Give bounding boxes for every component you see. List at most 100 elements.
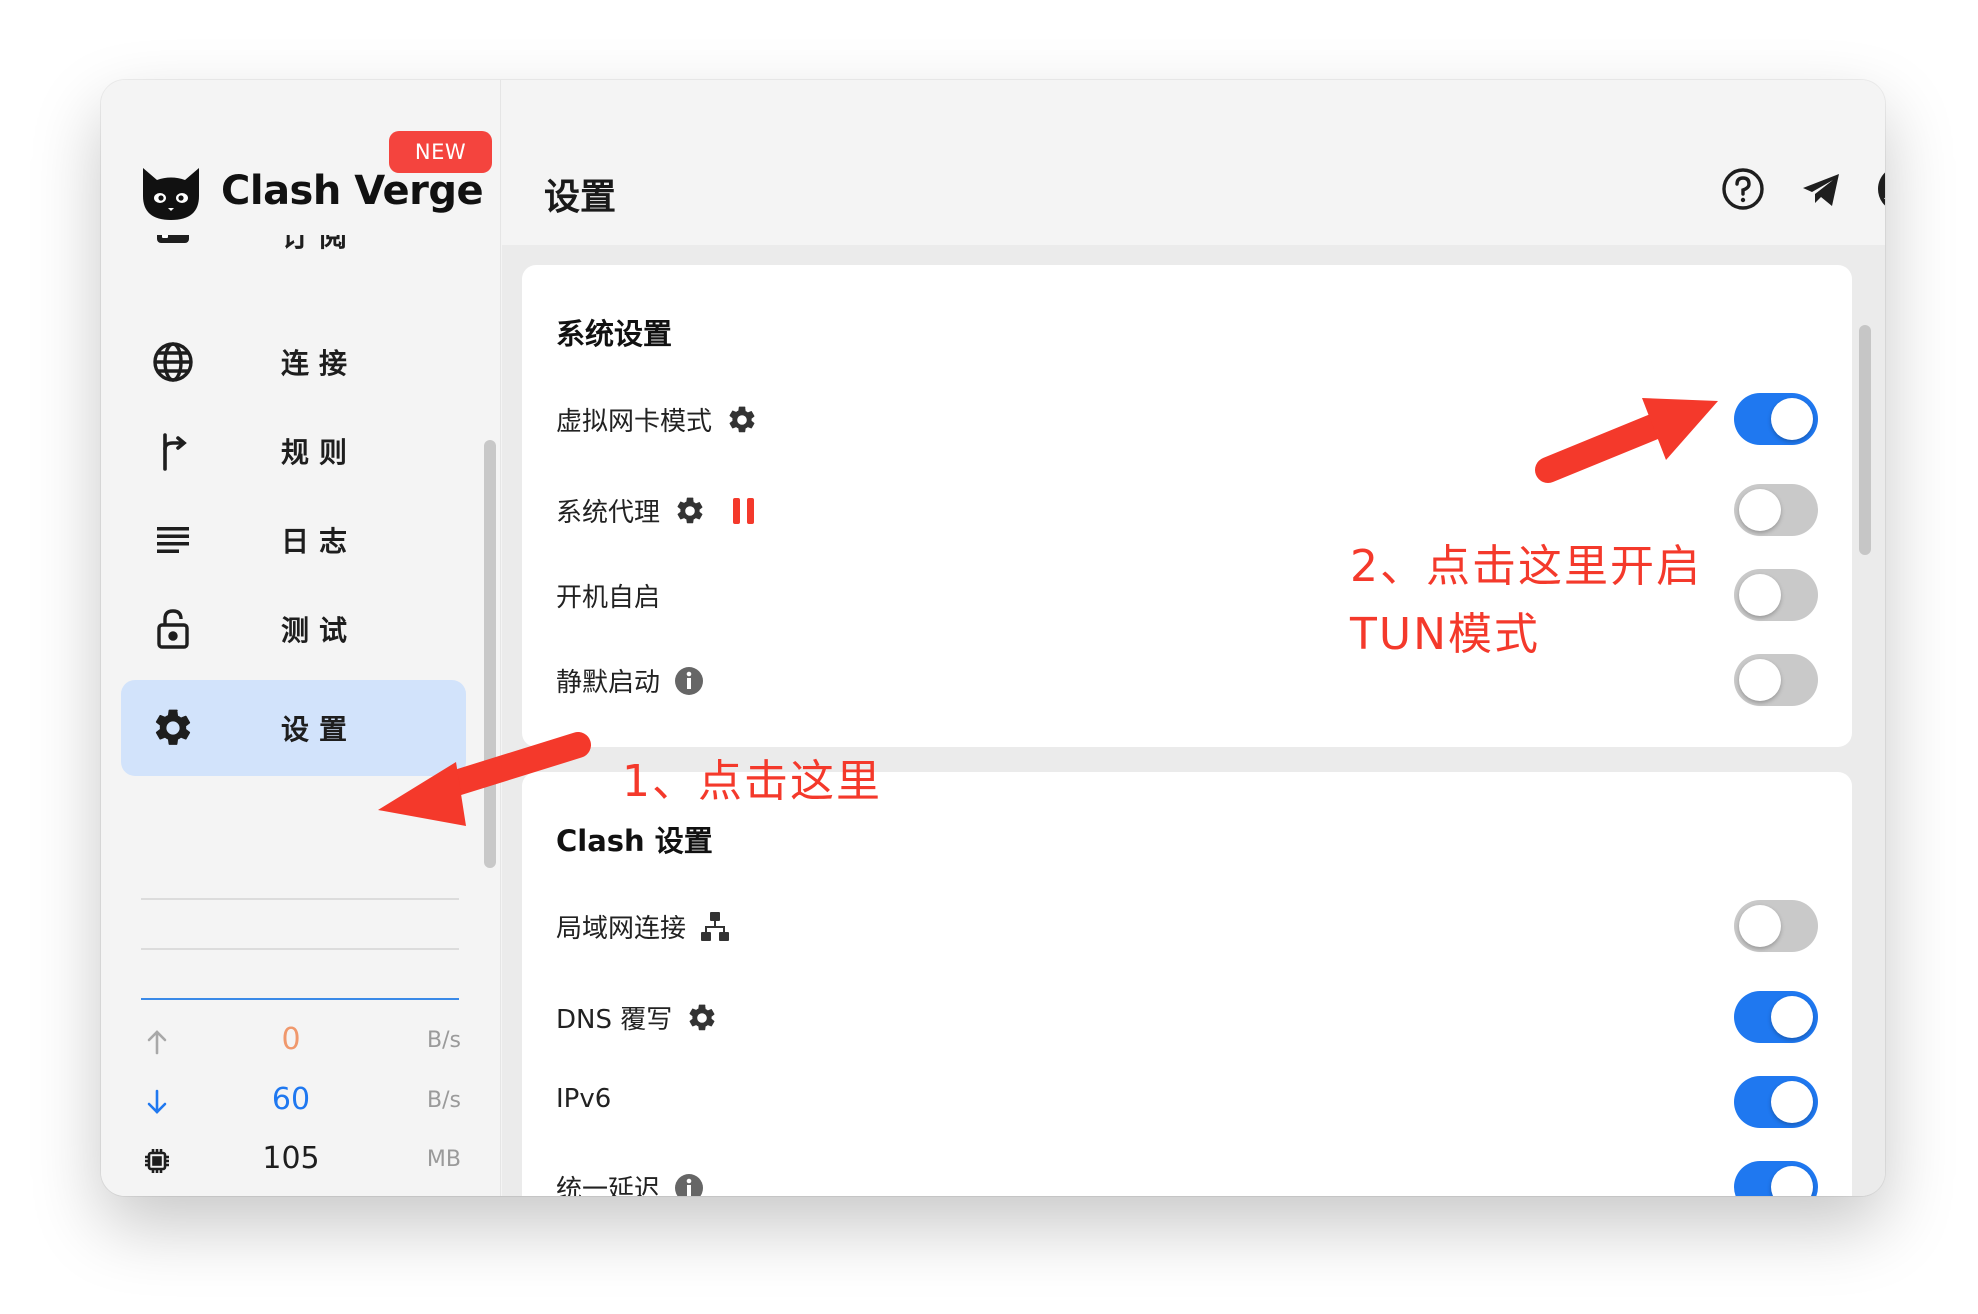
memory-chip-icon <box>145 1149 169 1173</box>
clash-settings-card: Clash 设置 局域网连接 DNS 覆写 IPv6 统一延迟 <box>522 772 1852 1196</box>
system-settings-title: 系统设置 <box>556 317 673 351</box>
setting-label: 开机自启 <box>556 577 660 614</box>
ipv6-label: IPv6 <box>556 1084 612 1114</box>
memory-value: 105 <box>262 1141 320 1176</box>
toggle-knob <box>1739 574 1781 616</box>
page-title: 设置 <box>544 177 617 218</box>
pause-icon <box>730 495 758 527</box>
annotation-step1: 1、点击这里 <box>622 756 882 807</box>
gear-icon[interactable] <box>726 404 758 436</box>
annotation-step2-line1: 2、点击这里开启 <box>1350 541 1702 592</box>
app-window: Clash Verge NEW 订阅 连接 规则 日志 测试 设置 0 B/s … <box>101 80 1885 1196</box>
setting-label: 统一延迟 <box>556 1169 704 1196</box>
gear-icon[interactable] <box>686 1002 718 1034</box>
dns-override-label: DNS 覆写 <box>556 1005 673 1035</box>
new-badge: NEW <box>389 131 492 173</box>
toggle-knob <box>1771 398 1813 440</box>
github-icon[interactable] <box>1877 165 1885 213</box>
allow-lan-toggle[interactable] <box>1734 900 1818 952</box>
setting-label: DNS 覆写 <box>556 999 718 1036</box>
setting-row-tun-mode: 虚拟网卡模式 <box>556 387 1818 447</box>
download-value: 60 <box>271 1082 311 1117</box>
setting-label: IPv6 <box>556 1084 611 1114</box>
network-icon[interactable] <box>700 911 730 943</box>
unified-delay-label: 统一延迟 <box>556 1175 661 1196</box>
silent-start-label: 静默启动 <box>556 668 661 698</box>
toggle-knob <box>1739 659 1781 701</box>
setting-row-ipv6: IPv6 <box>556 1070 1818 1130</box>
dns-override-toggle[interactable] <box>1734 991 1818 1043</box>
unified-delay-toggle[interactable] <box>1734 1161 1818 1196</box>
setting-row-unified-delay: 统一延迟 <box>556 1155 1818 1196</box>
gear-icon[interactable] <box>674 495 706 527</box>
upload-unit: B/s <box>427 1028 461 1053</box>
sidebar-divider <box>141 948 459 950</box>
gear-icon <box>151 706 195 750</box>
system-proxy-toggle[interactable] <box>1734 484 1818 536</box>
upload-speed: 0 B/s <box>141 1022 461 1062</box>
clash-settings-title: Clash 设置 <box>556 824 713 858</box>
download-unit: B/s <box>427 1088 461 1113</box>
arrow-up-icon <box>147 1030 167 1055</box>
sidebar-scrollbar[interactable] <box>484 440 496 868</box>
setting-row-silent-start: 静默启动 <box>556 648 1818 708</box>
toggle-knob <box>1771 996 1813 1038</box>
setting-label: 静默启动 <box>556 662 704 699</box>
sidebar-nav: 订阅 连接 规则 日志 测试 设置 <box>121 235 466 955</box>
auto-launch-toggle[interactable] <box>1734 569 1818 621</box>
allow-lan-label: 局域网连接 <box>556 914 687 944</box>
sidebar-item-label: 设置 <box>281 713 358 746</box>
ipv6-toggle[interactable] <box>1734 1076 1818 1128</box>
memory-usage: 105 MB <box>141 1141 461 1181</box>
logs-list-icon <box>151 518 195 562</box>
sidebar-item-label: 规则 <box>281 436 358 469</box>
rules-fork-icon <box>151 429 195 473</box>
tun-mode-label: 虚拟网卡模式 <box>556 407 713 437</box>
lock-open-icon <box>151 607 195 651</box>
setting-label: 虚拟网卡模式 <box>556 401 758 438</box>
toggle-knob <box>1739 905 1781 947</box>
sidebar-item-label: 连接 <box>281 347 358 380</box>
setting-label: 系统代理 <box>556 492 758 529</box>
globe-icon <box>151 340 195 384</box>
silent-start-toggle[interactable] <box>1734 654 1818 706</box>
setting-row-allow-lan: 局域网连接 <box>556 894 1818 954</box>
app-logo: Clash Verge NEW <box>139 131 492 230</box>
sidebar-divider <box>141 898 459 900</box>
sidebar-item-settings[interactable]: 设置 <box>121 680 466 776</box>
settings-content[interactable]: 系统设置 虚拟网卡模式 系统代理 开机自启 静默启动 Clash 设置 局域网连… <box>502 245 1885 1196</box>
sidebar-item-label: 订阅 <box>281 235 358 253</box>
page-header: 设置 <box>502 80 1885 245</box>
arrow-down-icon <box>147 1089 167 1114</box>
tun-mode-toggle[interactable] <box>1734 393 1818 445</box>
app-name: Clash Verge <box>221 168 484 214</box>
memory-unit: MB <box>426 1147 461 1172</box>
info-icon[interactable] <box>674 1173 704 1196</box>
sidebar-item-logs[interactable]: 日志 <box>121 492 466 588</box>
toggle-knob <box>1739 489 1781 531</box>
setting-row-dns-override: DNS 覆写 <box>556 985 1818 1045</box>
system-proxy-label: 系统代理 <box>556 498 661 528</box>
setting-label: 局域网连接 <box>556 908 730 945</box>
sidebar-item-profiles[interactable]: 订阅 <box>121 235 466 283</box>
main-panel: 设置 系统设置 虚拟网卡模式 系统代理 开机自启 静默启动 Clash 设置 局… <box>502 80 1885 1196</box>
setting-row-system-proxy: 系统代理 <box>556 478 1818 538</box>
sidebar-item-test[interactable]: 测试 <box>121 581 466 677</box>
info-icon[interactable] <box>674 666 704 696</box>
auto-launch-label: 开机自启 <box>556 583 661 613</box>
traffic-graph-line <box>141 998 459 1000</box>
profiles-icon <box>151 235 195 257</box>
annotation-step2-line2: TUN模式 <box>1350 609 1540 660</box>
sidebar-item-label: 日志 <box>281 525 358 558</box>
sidebar: Clash Verge NEW 订阅 连接 规则 日志 测试 设置 0 B/s … <box>101 80 501 1196</box>
upload-value: 0 <box>281 1022 301 1057</box>
sidebar-item-rules[interactable]: 规则 <box>121 403 466 499</box>
telegram-icon[interactable] <box>1797 165 1845 213</box>
sidebar-item-connections[interactable]: 连接 <box>121 314 466 410</box>
toggle-knob <box>1771 1081 1813 1123</box>
download-speed: 60 B/s <box>141 1082 461 1122</box>
content-scrollbar[interactable] <box>1859 325 1871 555</box>
toggle-knob <box>1771 1166 1813 1196</box>
help-icon[interactable] <box>1719 165 1767 213</box>
cat-logo-icon <box>143 168 199 220</box>
